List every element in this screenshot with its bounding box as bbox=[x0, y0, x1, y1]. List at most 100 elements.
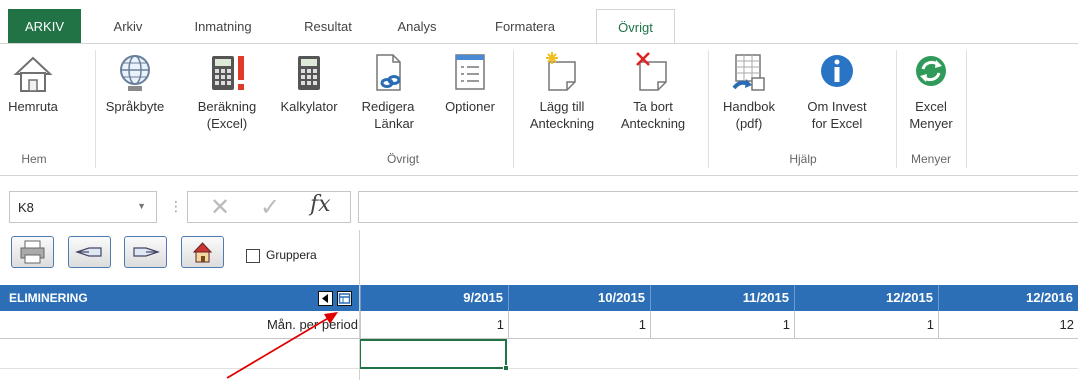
group-label-hem: Hem bbox=[21, 152, 47, 166]
globe-icon bbox=[120, 55, 150, 91]
tab-arkiv[interactable]: Arkiv bbox=[103, 9, 153, 44]
data-cell[interactable]: 1 bbox=[508, 311, 650, 339]
selected-cell[interactable] bbox=[359, 339, 509, 371]
group-separator bbox=[966, 50, 967, 168]
group-separator bbox=[95, 50, 96, 168]
fill-handle[interactable] bbox=[503, 365, 509, 371]
handbok-label-1: Handbok bbox=[722, 99, 776, 114]
home-icon bbox=[13, 56, 53, 92]
lagg-till-anteckning-button[interactable]: Lägg till Anteckning bbox=[519, 50, 605, 132]
sprakbyte-button[interactable]: Språkbyte bbox=[99, 50, 171, 115]
tab-resultat[interactable]: Resultat bbox=[295, 9, 361, 44]
formula-bar: K8 ▼ ⋮ ✕ ✓ fx bbox=[0, 184, 1078, 230]
excel-menyer-label-2: Menyer bbox=[909, 116, 953, 131]
hand-right-button[interactable] bbox=[124, 236, 167, 268]
calculator-alert-icon bbox=[212, 56, 244, 90]
ta-bort-label-1: Ta bort bbox=[633, 99, 673, 114]
pointing-hand-left-icon bbox=[75, 247, 102, 257]
period-header-row: ELIMINERING 9/2015 10/2015 11/2015 12/20… bbox=[0, 285, 1078, 311]
tab-formatera[interactable]: Formatera bbox=[470, 9, 580, 44]
edit-links-icon bbox=[376, 54, 401, 91]
chevron-down-icon[interactable]: ▼ bbox=[137, 201, 146, 211]
formula-input[interactable] bbox=[358, 191, 1078, 223]
tab-ovrigt[interactable]: Övrigt bbox=[596, 9, 675, 45]
excel-menyer-label-1: Excel bbox=[915, 99, 947, 114]
formula-buttons: ✕ ✓ fx bbox=[187, 191, 351, 223]
ribbon-tabs: ARKIV Arkiv Inmatning Resultat Analys Fo… bbox=[0, 0, 1078, 45]
print-button[interactable] bbox=[11, 236, 54, 268]
hemruta-button[interactable]: Hemruta bbox=[2, 50, 64, 115]
tab-arkiv-file[interactable]: ARKIV bbox=[8, 9, 81, 44]
group-separator bbox=[708, 50, 709, 168]
om-invest-label-2: for Excel bbox=[811, 116, 863, 131]
data-cell[interactable]: 1 bbox=[360, 311, 508, 339]
table-row: Mån. per period 1 1 1 1 12 bbox=[0, 311, 1078, 339]
sheet-area: Gruppera ELIMINERING 9/2015 10/2015 11/2… bbox=[0, 230, 1078, 380]
data-cell[interactable]: 1 bbox=[794, 311, 938, 339]
formula-bar-grip-icon[interactable]: ⋮ bbox=[169, 198, 183, 215]
ta-bort-anteckning-button[interactable]: Ta bort Anteckning bbox=[606, 50, 700, 132]
group-separator bbox=[896, 50, 897, 168]
panel-icon bbox=[338, 293, 351, 304]
insert-function-icon[interactable]: fx bbox=[310, 192, 331, 217]
tab-inmatning[interactable]: Inmatning bbox=[183, 9, 263, 44]
excel-menyer-button[interactable]: Excel Menyer bbox=[900, 50, 962, 132]
om-invest-button[interactable]: Om Invest for Excel bbox=[797, 50, 877, 132]
redigera-lankar-button[interactable]: Redigera Länkar bbox=[352, 50, 424, 132]
delete-note-icon bbox=[636, 52, 667, 91]
info-icon bbox=[821, 55, 853, 87]
data-cell[interactable]: 1 bbox=[650, 311, 794, 339]
options-list-icon bbox=[455, 54, 485, 90]
house-icon bbox=[192, 242, 213, 263]
group-label-menyer: Menyer bbox=[910, 152, 951, 166]
home-sheet-button[interactable] bbox=[181, 236, 224, 268]
redigera-label-1: Redigera bbox=[361, 99, 415, 114]
handbok-pdf-button[interactable]: Handbok (pdf) bbox=[715, 50, 783, 132]
group-label-hjalp: Hjälp bbox=[789, 152, 817, 166]
kalkylator-button[interactable]: Kalkylator bbox=[268, 50, 350, 115]
lagg-till-label-1: Lägg till bbox=[539, 99, 585, 114]
data-cell[interactable]: 12 bbox=[938, 311, 1078, 339]
manual-sheet-icon bbox=[732, 54, 765, 91]
berakning-label-1: Beräkning bbox=[197, 99, 257, 114]
section-title: ELIMINERING bbox=[9, 291, 88, 305]
gruppera-checkbox[interactable] bbox=[246, 249, 260, 263]
om-invest-label-1: Om Invest bbox=[807, 99, 867, 114]
group-label-ovrigt: Övrigt bbox=[386, 152, 419, 166]
ribbon: Hemruta Hem Språkbyte Beräkning (Excel) … bbox=[0, 44, 1078, 176]
period-header-cell[interactable]: 11/2015 bbox=[650, 285, 794, 311]
cancel-icon[interactable]: ✕ bbox=[210, 193, 230, 222]
printer-icon bbox=[20, 240, 45, 264]
optioner-label: Optioner bbox=[445, 99, 495, 114]
period-header-cell[interactable]: 12/2015 bbox=[794, 285, 938, 311]
tab-analys[interactable]: Analys bbox=[387, 9, 447, 44]
optioner-button[interactable]: Optioner bbox=[434, 50, 506, 115]
redigera-label-2: Länkar bbox=[374, 116, 414, 131]
calculator-icon bbox=[298, 56, 320, 90]
gruppera-label: Gruppera bbox=[266, 248, 317, 262]
hand-left-button[interactable] bbox=[68, 236, 111, 268]
lagg-till-label-2: Anteckning bbox=[529, 116, 595, 131]
hemruta-label: Hemruta bbox=[8, 99, 58, 114]
row-label: Mån. per period bbox=[266, 317, 358, 332]
collapse-left-button[interactable] bbox=[318, 291, 333, 306]
panel-toggle-button[interactable] bbox=[337, 291, 352, 306]
refresh-icon bbox=[916, 56, 946, 86]
pointing-hand-right-icon bbox=[133, 247, 160, 257]
berakning-label-2: (Excel) bbox=[206, 116, 248, 131]
berakning-excel-button[interactable]: Beräkning (Excel) bbox=[190, 50, 264, 132]
group-separator bbox=[513, 50, 514, 168]
ta-bort-label-2: Anteckning bbox=[620, 116, 686, 131]
empty-row bbox=[0, 339, 1078, 369]
period-header-cell[interactable]: 9/2015 bbox=[360, 285, 508, 311]
enter-check-icon[interactable]: ✓ bbox=[260, 193, 280, 222]
triangle-left-icon bbox=[322, 294, 328, 303]
period-header-cell[interactable]: 12/2016 bbox=[938, 285, 1078, 311]
add-note-icon bbox=[546, 52, 576, 91]
frozen-pane-divider bbox=[359, 230, 360, 380]
name-box-value: K8 bbox=[18, 200, 34, 215]
sprakbyte-label: Språkbyte bbox=[105, 99, 165, 114]
name-box[interactable]: K8 ▼ bbox=[9, 191, 157, 223]
kalkylator-label: Kalkylator bbox=[280, 99, 338, 114]
period-header-cell[interactable]: 10/2015 bbox=[508, 285, 650, 311]
